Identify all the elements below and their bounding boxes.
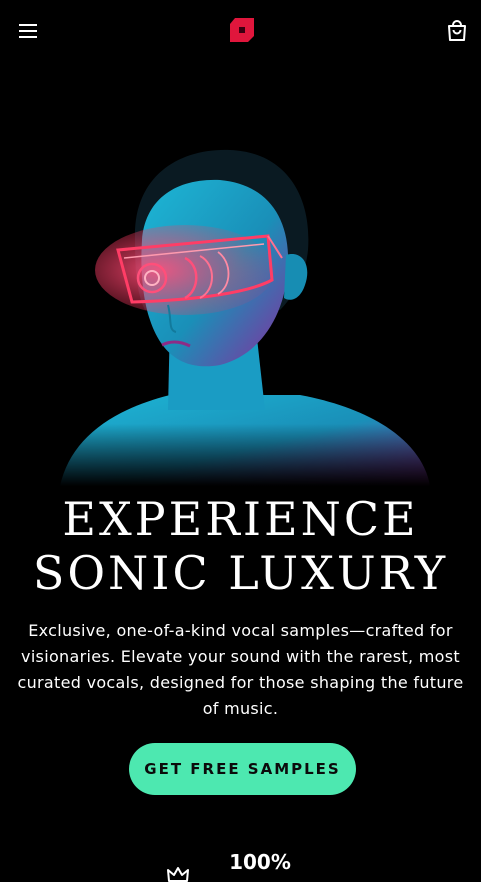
- hero-headline: EXPERIENCE SONIC LUXURY: [0, 492, 481, 600]
- brand-logo-icon[interactable]: [228, 16, 256, 44]
- stat-value: 100%: [229, 850, 291, 874]
- hero-description: Exclusive, one-of-a-kind vocal samples—c…: [17, 621, 464, 718]
- crown-icon: [166, 866, 190, 882]
- hero-headline-line-2: SONIC LUXURY: [32, 546, 449, 600]
- top-navigation-bar: [0, 0, 481, 62]
- hero-image-neon-visor-portrait: [50, 140, 432, 486]
- get-free-samples-button[interactable]: GET FREE SAMPLES: [129, 743, 356, 795]
- hamburger-menu-icon[interactable]: [16, 19, 40, 43]
- shopping-bag-icon[interactable]: [444, 18, 470, 44]
- hero-headline-line-1: EXPERIENCE: [62, 492, 419, 546]
